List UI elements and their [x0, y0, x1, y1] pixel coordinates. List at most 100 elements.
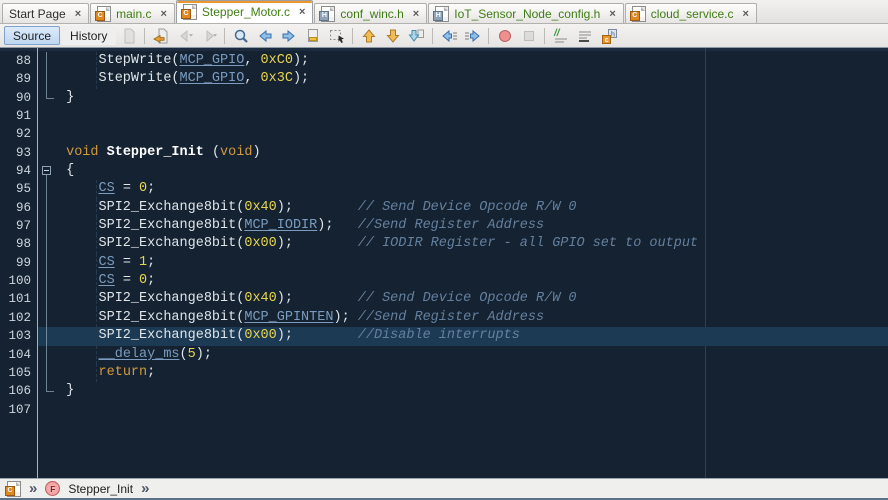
code-line-92[interactable]: 92	[0, 125, 888, 143]
code-line-content[interactable]: CS = 0;	[37, 180, 888, 198]
line-number[interactable]: 107	[0, 401, 37, 419]
line-number[interactable]: 90	[0, 89, 37, 107]
find-next-button[interactable]	[277, 26, 300, 46]
code-line-content[interactable]	[37, 125, 888, 143]
source-view-button[interactable]: Source	[4, 26, 60, 45]
code-line-101[interactable]: 101 SPI2_Exchange8bit(0x40); // Send Dev…	[0, 290, 888, 308]
line-number[interactable]: 104	[0, 346, 37, 364]
code-line-content[interactable]: StepWrite(MCP_GPIO, 0x3C);	[37, 70, 888, 88]
code-line-content[interactable]: return;	[37, 364, 888, 382]
close-tab-icon[interactable]: ×	[75, 9, 81, 19]
code-line-content[interactable]: }	[37, 382, 888, 400]
toggle-highlight-search-button[interactable]	[301, 26, 324, 46]
chevron-right-icon[interactable]: »	[29, 483, 37, 495]
shift-line-right-button[interactable]	[461, 26, 484, 46]
code-line-99[interactable]: 99 CS = 1;	[0, 254, 888, 272]
line-number[interactable]: 97	[0, 217, 37, 235]
last-edit-location-button[interactable]	[149, 26, 172, 46]
code-line-content[interactable]: CS = 0;	[37, 272, 888, 290]
close-tab-icon[interactable]: ×	[743, 9, 749, 19]
code-line-content[interactable]: SPI2_Exchange8bit(0x40); // Send Device …	[37, 199, 888, 217]
code-line-content[interactable]: }	[37, 89, 888, 107]
collapse-fold-icon[interactable]	[42, 166, 51, 175]
tab-cloud-service-c[interactable]: Ccloud_service.c×	[625, 3, 757, 23]
code-line-95[interactable]: 95 CS = 0;	[0, 180, 888, 198]
line-number[interactable]: 99	[0, 254, 37, 272]
code-line-94[interactable]: 94 {	[0, 162, 888, 180]
code-line-content[interactable]	[37, 401, 888, 419]
code-line-content[interactable]: StepWrite(MCP_GPIO, 0xC0);	[37, 52, 888, 70]
line-number[interactable]: 88	[0, 52, 37, 70]
close-tab-icon[interactable]: ×	[160, 9, 166, 19]
code-line-89[interactable]: 89 StepWrite(MCP_GPIO, 0x3C);	[0, 70, 888, 88]
line-number[interactable]: 95	[0, 180, 37, 198]
breadcrumb-function-name[interactable]: Stepper_Init	[68, 482, 133, 496]
previous-bookmark-button[interactable]	[357, 26, 380, 46]
find-previous-button[interactable]	[253, 26, 276, 46]
code-line-96[interactable]: 96 SPI2_Exchange8bit(0x40); // Send Devi…	[0, 199, 888, 217]
line-number[interactable]: 92	[0, 125, 37, 143]
history-view-button[interactable]: History	[61, 26, 116, 45]
line-number[interactable]: 91	[0, 107, 37, 125]
line-number[interactable]: 93	[0, 144, 37, 162]
code-line-93[interactable]: 93 void Stepper_Init (void)	[0, 144, 888, 162]
svg-text:c: c	[605, 37, 609, 44]
h-file-icon: H	[435, 6, 449, 22]
line-number[interactable]: 98	[0, 235, 37, 253]
indent-guide	[96, 52, 97, 70]
code-line-106[interactable]: 106 }	[0, 382, 888, 400]
tab-conf-winc-h[interactable]: Hconf_winc.h×	[314, 3, 427, 23]
tab-iot-sensor-node-config-h[interactable]: HIoT_Sensor_Node_config.h×	[428, 3, 624, 23]
comment-button[interactable]: //	[549, 26, 572, 46]
indent-guide	[96, 327, 97, 345]
fold-toggle[interactable]	[37, 162, 57, 180]
tab-start-page[interactable]: Start Page×	[2, 3, 89, 23]
code-line-content[interactable]: SPI2_Exchange8bit(MCP_GPINTEN); //Send R…	[37, 309, 888, 327]
code-line-104[interactable]: 104 __delay_ms(5);	[0, 346, 888, 364]
line-number[interactable]: 89	[0, 70, 37, 88]
code-line-107[interactable]: 107	[0, 401, 888, 419]
chevron-right-icon[interactable]: »	[141, 483, 149, 495]
code-line-103[interactable]: 103 SPI2_Exchange8bit(0x00); //Disable i…	[0, 327, 888, 345]
next-bookmark-button[interactable]	[381, 26, 404, 46]
code-line-content[interactable]: CS = 1;	[37, 254, 888, 272]
code-line-88[interactable]: 88 StepWrite(MCP_GPIO, 0xC0);	[0, 52, 888, 70]
toolbar-separator	[352, 28, 353, 44]
line-number[interactable]: 96	[0, 199, 37, 217]
line-number[interactable]: 105	[0, 364, 37, 382]
close-tab-icon[interactable]: ×	[413, 9, 419, 19]
toggle-bookmark-button[interactable]	[405, 26, 428, 46]
line-number[interactable]: 102	[0, 309, 37, 327]
code-line-content[interactable]: void Stepper_Init (void)	[37, 144, 888, 162]
code-line-content[interactable]	[37, 107, 888, 125]
code-line-content[interactable]: {	[37, 162, 888, 180]
code-line-100[interactable]: 100 CS = 0;	[0, 272, 888, 290]
line-number[interactable]: 100	[0, 272, 37, 290]
close-tab-icon[interactable]: ×	[299, 7, 305, 17]
code-line-90[interactable]: 90 }	[0, 89, 888, 107]
line-number[interactable]: 103	[0, 327, 37, 345]
code-line-105[interactable]: 105 return;	[0, 364, 888, 382]
shift-line-left-button[interactable]	[437, 26, 460, 46]
code-line-102[interactable]: 102 SPI2_Exchange8bit(MCP_GPINTEN); //Se…	[0, 309, 888, 327]
code-line-97[interactable]: 97 SPI2_Exchange8bit(MCP_IODIR); //Send …	[0, 217, 888, 235]
code-line-91[interactable]: 91	[0, 107, 888, 125]
code-line-content[interactable]: SPI2_Exchange8bit(0x00); //Disable inter…	[37, 327, 888, 345]
tab-stepper-motor-c[interactable]: CStepper_Motor.c×	[176, 0, 314, 23]
toggle-header-source-button[interactable]: hc	[597, 26, 620, 46]
code-editor[interactable]: 88 StepWrite(MCP_GPIO, 0xC0);89 StepWrit…	[0, 48, 888, 478]
tab-main-c[interactable]: Cmain.c×	[90, 3, 175, 23]
record-macro-button[interactable]	[493, 26, 516, 46]
close-tab-icon[interactable]: ×	[609, 9, 615, 19]
line-number[interactable]: 94	[0, 162, 37, 180]
find-selection-button[interactable]	[229, 26, 252, 46]
uncomment-button[interactable]	[573, 26, 596, 46]
code-line-98[interactable]: 98 SPI2_Exchange8bit(0x00); // IODIR Reg…	[0, 235, 888, 253]
line-number[interactable]: 106	[0, 382, 37, 400]
line-number[interactable]: 101	[0, 290, 37, 308]
rectangular-selection-button[interactable]	[325, 26, 348, 46]
code-line-content[interactable]: SPI2_Exchange8bit(0x40); // Send Device …	[37, 290, 888, 308]
code-line-content[interactable]: SPI2_Exchange8bit(MCP_IODIR); //Send Reg…	[37, 217, 888, 235]
code-line-content[interactable]: SPI2_Exchange8bit(0x00); // IODIR Regist…	[37, 235, 888, 253]
code-line-content[interactable]: __delay_ms(5);	[37, 346, 888, 364]
